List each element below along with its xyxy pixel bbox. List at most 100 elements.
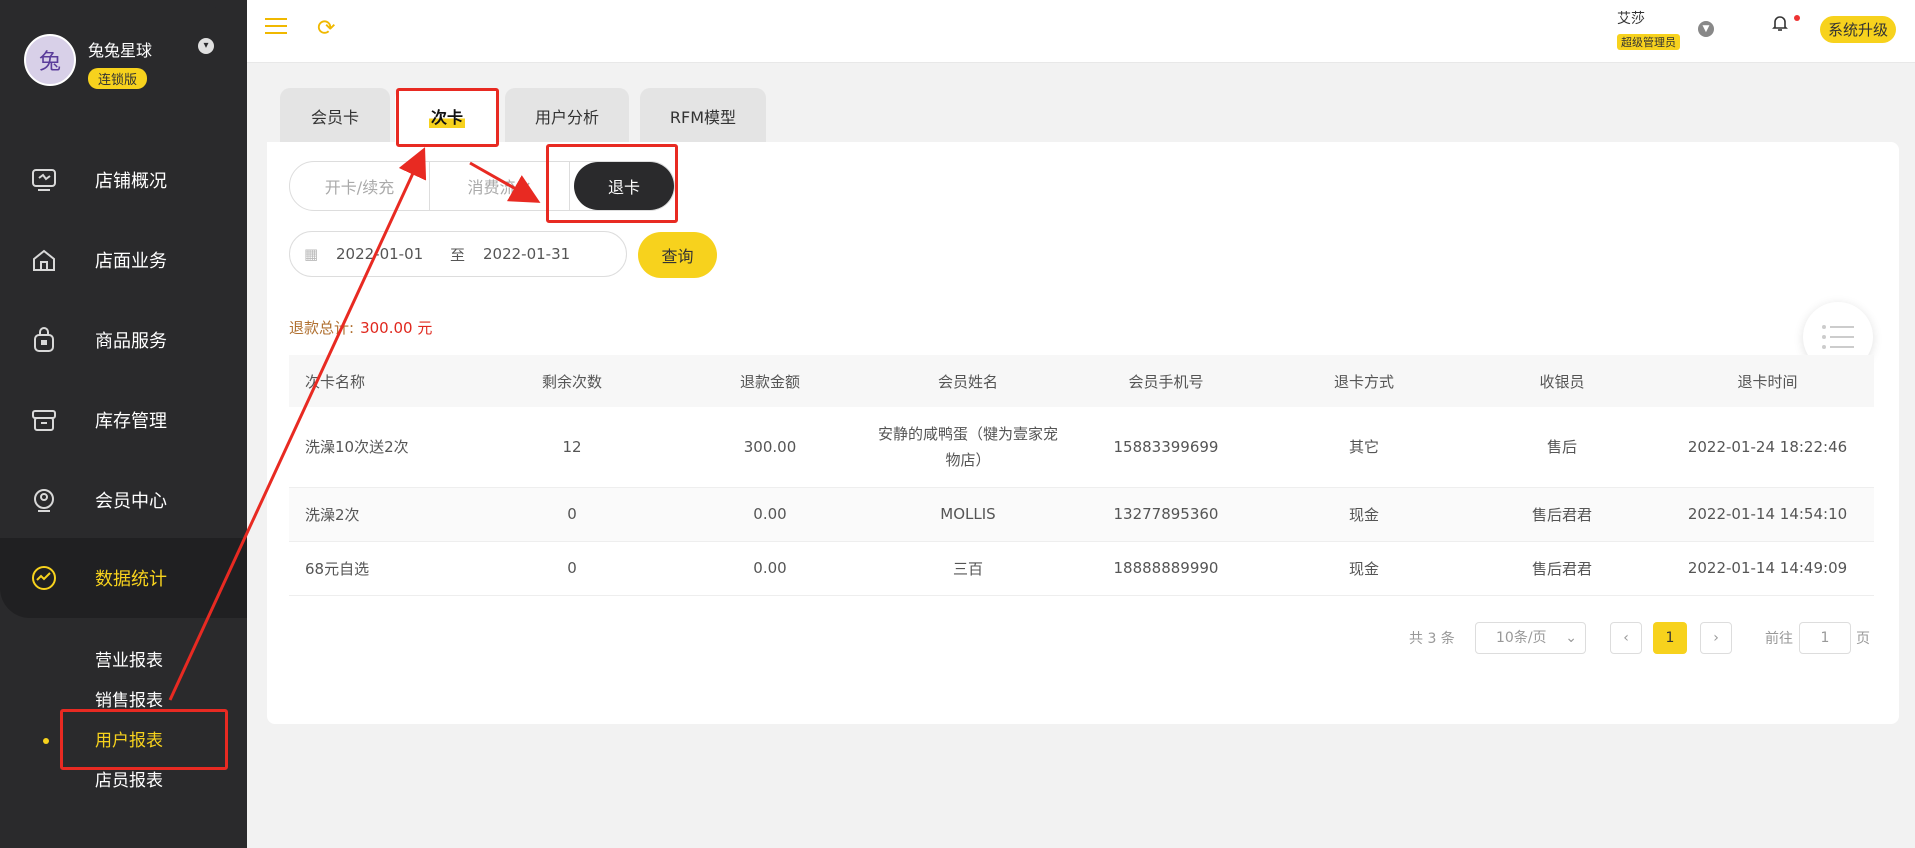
tab-times-card[interactable]: 次卡 bbox=[395, 88, 499, 143]
refresh-icon[interactable]: ⟳ bbox=[317, 16, 335, 41]
summary-amount: 300.00 元 bbox=[360, 319, 433, 337]
user-role-badge: 超级管理员 bbox=[1617, 34, 1680, 50]
query-button[interactable]: 查询 bbox=[638, 232, 717, 278]
sidebar-item-statistics[interactable]: 数据统计 bbox=[0, 538, 247, 618]
cell: 0.00 bbox=[671, 541, 869, 596]
sidebar-item-label: 数据统计 bbox=[95, 569, 167, 590]
prev-page-button[interactable]: ‹ bbox=[1610, 622, 1642, 654]
cell: 0 bbox=[473, 541, 671, 596]
chevron-down-icon: ⌄ bbox=[1565, 630, 1577, 646]
brand-badge: 连锁版 bbox=[88, 68, 148, 89]
box-icon bbox=[30, 406, 58, 434]
table-header-row: 次卡名称 剩余次数 退款金额 会员姓名 会员手机号 退卡方式 收银员 退卡时间 bbox=[289, 355, 1874, 407]
table-row[interactable]: 68元自选 0 0.00 三百 18888889990 现金 售后君君 2022… bbox=[289, 541, 1874, 596]
sidebar-item-overview[interactable]: 店铺概况 bbox=[0, 150, 247, 210]
upgrade-button[interactable]: 系统升级 bbox=[1820, 16, 1897, 43]
column-header: 收银员 bbox=[1539, 372, 1585, 391]
bell-icon[interactable] bbox=[1772, 14, 1788, 37]
sidebar-item-label: 商品服务 bbox=[95, 331, 167, 352]
segment-consumption[interactable]: 消费流水 bbox=[430, 162, 570, 210]
cell: 售后 bbox=[1463, 407, 1661, 488]
cell: 三百 bbox=[869, 541, 1067, 596]
table-row[interactable]: 洗澡10次送2次 12 300.00 安静的咸鸭蛋（犍为壹家宠物店） 15883… bbox=[289, 407, 1874, 488]
column-header: 次卡名称 bbox=[305, 372, 366, 391]
cell: 13277895360 bbox=[1067, 487, 1265, 542]
sidebar-subitem-business-report[interactable]: 营业报表 bbox=[95, 646, 163, 671]
chevron-down-icon[interactable]: ▼ bbox=[1698, 21, 1714, 37]
page-size-select[interactable]: 10条/页 ⌄ bbox=[1475, 622, 1586, 654]
tab-label: RFM模型 bbox=[669, 107, 737, 127]
column-header: 退卡时间 bbox=[1737, 372, 1798, 391]
cell: 洗澡10次送2次 bbox=[289, 407, 473, 488]
sidebar-item-goods[interactable]: 商品服务 bbox=[0, 310, 247, 370]
brand-name: 兔兔星球 bbox=[88, 41, 153, 60]
sidebar-item-member[interactable]: 会员中心 bbox=[0, 470, 247, 530]
page-size-value: 10条/页 bbox=[1496, 630, 1547, 646]
refund-summary: 退款总计: 300.00 元 bbox=[289, 317, 432, 338]
notification-dot bbox=[1794, 15, 1800, 21]
cell: 售后君君 bbox=[1463, 541, 1661, 596]
segment-control: 开卡/续充 消费流水 退卡 bbox=[289, 161, 675, 211]
sidebar-item-label: 店面业务 bbox=[95, 251, 167, 272]
cell: 68元自选 bbox=[289, 541, 473, 596]
sidebar-subitem-staff-report[interactable]: 店员报表 bbox=[95, 766, 163, 791]
summary-label: 退款总计: bbox=[289, 319, 355, 337]
member-icon bbox=[30, 486, 58, 514]
avatar: 兔 bbox=[24, 34, 76, 86]
segment-open-recharge[interactable]: 开卡/续充 bbox=[290, 162, 430, 210]
calendar-icon: ▦ bbox=[304, 245, 319, 263]
sidebar-subitem-user-report[interactable]: 用户报表 bbox=[95, 726, 163, 751]
cell: 0.00 bbox=[671, 487, 869, 542]
chevron-right-icon: › bbox=[1713, 630, 1719, 646]
goto-page-input[interactable] bbox=[1799, 622, 1851, 654]
cell: 其它 bbox=[1265, 407, 1463, 488]
next-page-button[interactable]: › bbox=[1700, 622, 1732, 654]
column-header: 剩余次数 bbox=[541, 372, 602, 391]
cell: 2022-01-14 14:54:10 bbox=[1661, 487, 1874, 542]
date-range-picker[interactable]: ▦ 2022-01-01 至 2022-01-31 bbox=[289, 231, 627, 277]
cell: 2022-01-24 18:22:46 bbox=[1661, 407, 1874, 488]
tab-rfm-model[interactable]: RFM模型 bbox=[640, 88, 766, 143]
user-name[interactable]: 艾莎 bbox=[1617, 8, 1645, 28]
cell: 2022-01-14 14:49:09 bbox=[1661, 541, 1874, 596]
cell: 洗澡2次 bbox=[289, 487, 473, 542]
bag-icon bbox=[30, 326, 58, 354]
tab-label: 用户分析 bbox=[534, 107, 599, 127]
brand[interactable]: 兔 兔兔星球 连锁版 ▾ bbox=[24, 34, 214, 89]
sidebar-item-label: 库存管理 bbox=[95, 411, 167, 432]
sidebar-subitem-sales-report[interactable]: 销售报表 bbox=[95, 686, 163, 711]
sidebar-item-store[interactable]: 店面业务 bbox=[0, 230, 247, 290]
menu-icon[interactable] bbox=[265, 18, 287, 36]
segment-refund[interactable]: 退卡 bbox=[574, 162, 674, 210]
page-number-current[interactable]: 1 bbox=[1653, 622, 1687, 654]
table-row[interactable]: 洗澡2次 0 0.00 MOLLIS 13277895360 现金 售后君君 2… bbox=[289, 487, 1874, 542]
chevron-down-icon[interactable]: ▾ bbox=[198, 38, 214, 54]
active-dot bbox=[43, 738, 49, 744]
column-header: 会员手机号 bbox=[1128, 372, 1204, 391]
sidebar-item-label: 店铺概况 bbox=[95, 171, 167, 192]
chevron-left-icon: ‹ bbox=[1623, 630, 1629, 646]
sidebar: 兔 兔兔星球 连锁版 ▾ 店铺概况 店面业务 商品服务 库存管理 会员中心 数据… bbox=[0, 0, 247, 848]
tab-member-card[interactable]: 会员卡 bbox=[280, 88, 390, 143]
refund-table: 次卡名称 剩余次数 退款金额 会员姓名 会员手机号 退卡方式 收银员 退卡时间 … bbox=[289, 355, 1874, 596]
end-date[interactable]: 2022-01-31 bbox=[483, 245, 570, 263]
monitor-icon bbox=[30, 166, 58, 194]
top-bar: ⟳ 艾莎 超级管理员 ▼ 系统升级 bbox=[247, 0, 1915, 63]
column-header: 会员姓名 bbox=[937, 372, 998, 391]
date-separator: 至 bbox=[450, 245, 466, 264]
cell: MOLLIS bbox=[869, 487, 1067, 542]
tab-user-analysis[interactable]: 用户分析 bbox=[505, 88, 629, 143]
cell-text: 安静的咸鸭蛋（犍为壹家宠物店） bbox=[878, 424, 1059, 469]
sidebar-item-inventory[interactable]: 库存管理 bbox=[0, 390, 247, 450]
cell: 12 bbox=[473, 407, 671, 488]
page-label: 页 bbox=[1856, 631, 1870, 647]
start-date[interactable]: 2022-01-01 bbox=[336, 245, 423, 263]
cell: 15883399699 bbox=[1067, 407, 1265, 488]
goto-label: 前往 bbox=[1765, 631, 1793, 647]
sidebar-item-label: 会员中心 bbox=[95, 491, 167, 512]
cell: 现金 bbox=[1265, 541, 1463, 596]
tab-label: 会员卡 bbox=[310, 107, 359, 127]
tab-label: 次卡 bbox=[428, 103, 465, 128]
column-header: 退款金额 bbox=[739, 372, 800, 391]
cell: 现金 bbox=[1265, 487, 1463, 542]
